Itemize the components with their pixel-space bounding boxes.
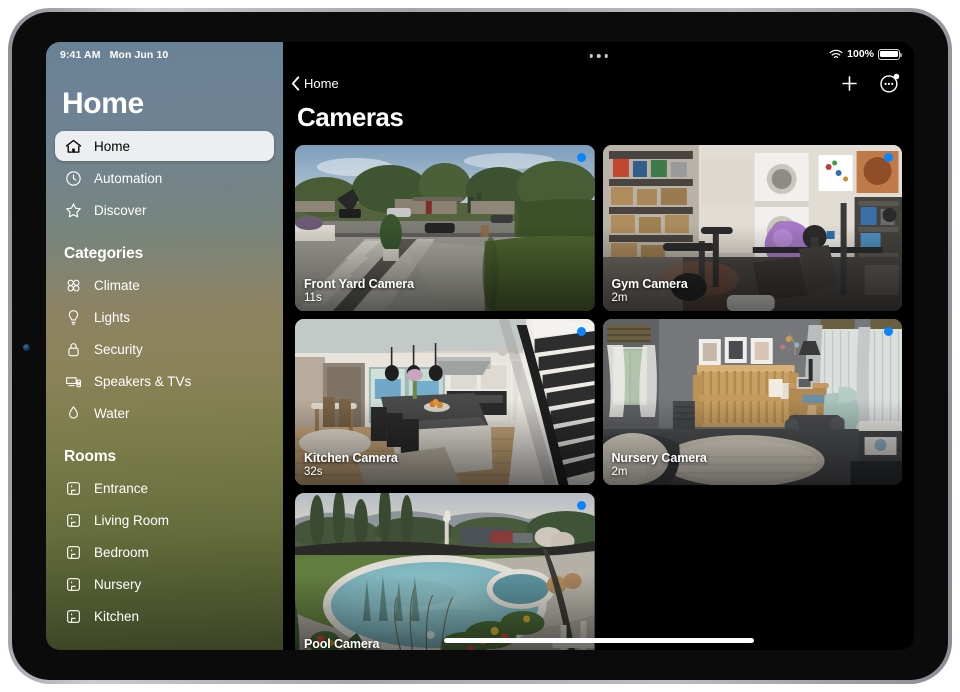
- plus-icon[interactable]: [840, 74, 859, 93]
- front-camera-dot: [23, 344, 30, 351]
- room-icon: [64, 511, 83, 530]
- recording-indicator-dot: [884, 153, 893, 162]
- tile-caption: Front Yard Camera 11s: [304, 277, 414, 304]
- recording-indicator-dot: [884, 327, 893, 336]
- more-ellipsis-circle-icon[interactable]: [879, 73, 900, 94]
- sidebar-item-label: Nursery: [94, 577, 141, 592]
- sidebar-scroll-area[interactable]: 9:41 AM Mon Jun 10 Home: [46, 42, 283, 650]
- sidebar-primary-list: Home Automation: [46, 131, 283, 225]
- recording-indicator-dot: [577, 501, 586, 510]
- sidebar-rooms-list: Entrance Living Room: [46, 473, 283, 631]
- camera-name: Nursery Camera: [612, 451, 707, 465]
- sidebar-item-label: Climate: [94, 278, 140, 293]
- sidebar-item-nursery[interactable]: Nursery: [55, 569, 274, 599]
- sidebar-item-kitchen[interactable]: Kitchen: [55, 601, 274, 631]
- camera-name: Front Yard Camera: [304, 277, 414, 291]
- camera-tile-pool[interactable]: Pool Camera: [295, 493, 595, 650]
- sidebar-item-entrance[interactable]: Entrance: [55, 473, 274, 503]
- sidebar: 9:41 AM Mon Jun 10 Home: [46, 42, 283, 650]
- sidebar-item-lights[interactable]: Lights: [55, 302, 274, 332]
- house-icon: [64, 137, 83, 156]
- status-time: 9:41 AM: [60, 49, 101, 61]
- camera-name: Gym Camera: [612, 277, 688, 291]
- sidebar-categories-list: Climate Lights: [46, 270, 283, 428]
- home-indicator[interactable]: [444, 638, 754, 643]
- camera-tile-nursery[interactable]: Nursery Camera 2m: [603, 319, 903, 485]
- water-drop-icon: [64, 404, 83, 423]
- nav-actions: [840, 73, 900, 94]
- wifi-icon: [829, 49, 843, 60]
- camera-name: Kitchen Camera: [304, 451, 398, 465]
- sidebar-item-label: Entrance: [94, 481, 148, 496]
- lock-icon: [64, 340, 83, 359]
- sidebar-item-bedroom[interactable]: Bedroom: [55, 537, 274, 567]
- tile-caption: Gym Camera 2m: [612, 277, 688, 304]
- room-icon: [64, 543, 83, 562]
- star-icon: [64, 201, 83, 220]
- ipad-screen: 9:41 AM Mon Jun 10 Home: [46, 42, 914, 650]
- device-frame: 9:41 AM Mon Jun 10 Home: [8, 8, 952, 684]
- room-icon: [64, 575, 83, 594]
- battery-full-icon: [878, 49, 900, 60]
- tile-caption: Nursery Camera 2m: [612, 451, 707, 478]
- sidebar-rooms-header: Rooms: [46, 430, 283, 473]
- chevron-left-icon: [291, 76, 300, 91]
- status-bar-right: 100%: [829, 48, 900, 60]
- fan-icon: [64, 276, 83, 295]
- back-button[interactable]: Home: [291, 76, 339, 91]
- sidebar-home-title: Home: [46, 61, 283, 131]
- lightbulb-icon: [64, 308, 83, 327]
- room-icon: [64, 607, 83, 626]
- camera-timestamp: 2m: [612, 466, 707, 478]
- sidebar-item-label: Automation: [94, 171, 162, 186]
- sidebar-item-climate[interactable]: Climate: [55, 270, 274, 300]
- sidebar-item-label: Kitchen: [94, 609, 139, 624]
- sidebar-item-label: Speakers & TVs: [94, 374, 191, 389]
- main-content: 100% Home: [283, 42, 914, 650]
- recording-indicator-dot: [577, 153, 586, 162]
- sidebar-categories-header: Categories: [46, 227, 283, 270]
- sidebar-item-label: Living Room: [94, 513, 169, 528]
- multitasking-dots-icon[interactable]: [589, 54, 608, 58]
- camera-tile-front-yard[interactable]: Front Yard Camera 11s: [295, 145, 595, 311]
- sidebar-item-security[interactable]: Security: [55, 334, 274, 364]
- camera-timestamp: 2m: [612, 292, 688, 304]
- sidebar-item-living-room[interactable]: Living Room: [55, 505, 274, 535]
- camera-timestamp: 11s: [304, 292, 414, 304]
- clock-arrow-icon: [64, 169, 83, 188]
- room-icon: [64, 479, 83, 498]
- device-bezel: 9:41 AM Mon Jun 10 Home: [12, 12, 948, 680]
- camera-grid: Front Yard Camera 11s: [283, 145, 914, 650]
- sidebar-item-label: Water: [94, 406, 130, 421]
- sidebar-item-label: Security: [94, 342, 143, 357]
- camera-timestamp: 32s: [304, 466, 398, 478]
- sidebar-item-speakers-tvs[interactable]: Speakers & TVs: [55, 366, 274, 396]
- camera-tile-gym[interactable]: Gym Camera 2m: [603, 145, 903, 311]
- page-title: Cameras: [283, 100, 914, 145]
- sidebar-item-label: Discover: [94, 203, 147, 218]
- sidebar-item-label: Home: [94, 139, 130, 154]
- camera-name: Pool Camera: [304, 637, 379, 650]
- recording-indicator-dot: [577, 327, 586, 336]
- camera-tile-kitchen[interactable]: Kitchen Camera 32s: [295, 319, 595, 485]
- back-button-label: Home: [304, 76, 339, 91]
- navigation-bar: Home: [283, 66, 914, 100]
- sidebar-item-automation[interactable]: Automation: [55, 163, 274, 193]
- status-bar-left: 9:41 AM Mon Jun 10: [46, 42, 283, 61]
- sidebar-item-water[interactable]: Water: [55, 398, 274, 428]
- tile-caption: Pool Camera: [304, 637, 379, 650]
- battery-percent-label: 100%: [847, 48, 874, 60]
- sidebar-item-discover[interactable]: Discover: [55, 195, 274, 225]
- sidebar-item-label: Lights: [94, 310, 130, 325]
- tile-caption: Kitchen Camera 32s: [304, 451, 398, 478]
- sidebar-item-home[interactable]: Home: [55, 131, 274, 161]
- status-date: Mon Jun 10: [110, 49, 169, 61]
- sidebar-item-label: Bedroom: [94, 545, 149, 560]
- speaker-tv-icon: [64, 372, 83, 391]
